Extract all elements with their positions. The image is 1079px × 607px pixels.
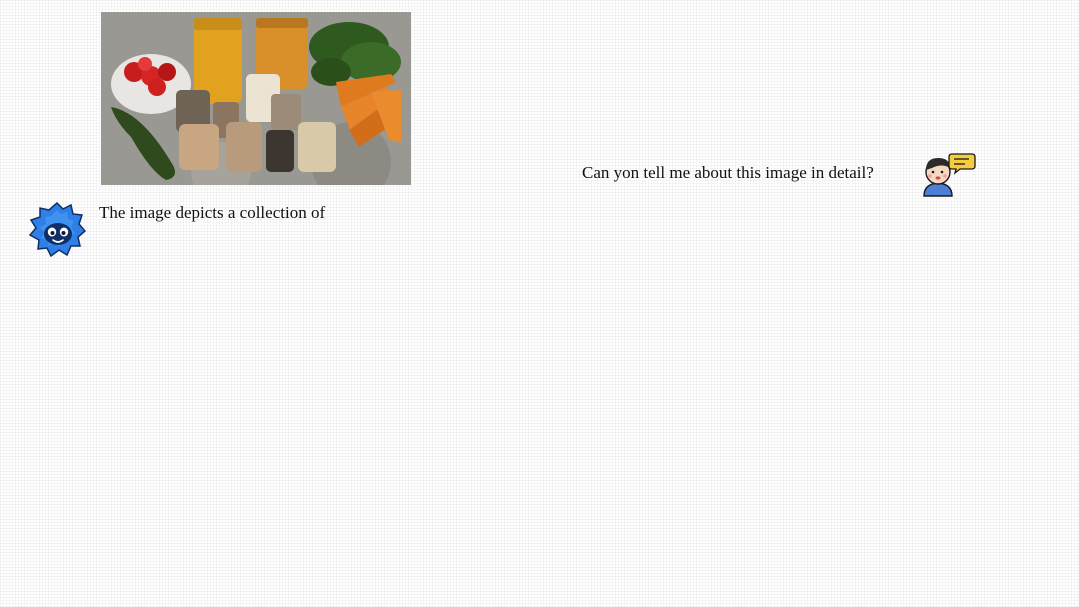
user-speech-bubble-icon [918, 150, 976, 198]
user-message: Can yon tell me about this image in deta… [582, 163, 874, 182]
shared-food-photo [101, 12, 411, 185]
assistant-message: The image depicts a collection of [99, 203, 326, 222]
blue-mascot-icon [27, 200, 87, 260]
